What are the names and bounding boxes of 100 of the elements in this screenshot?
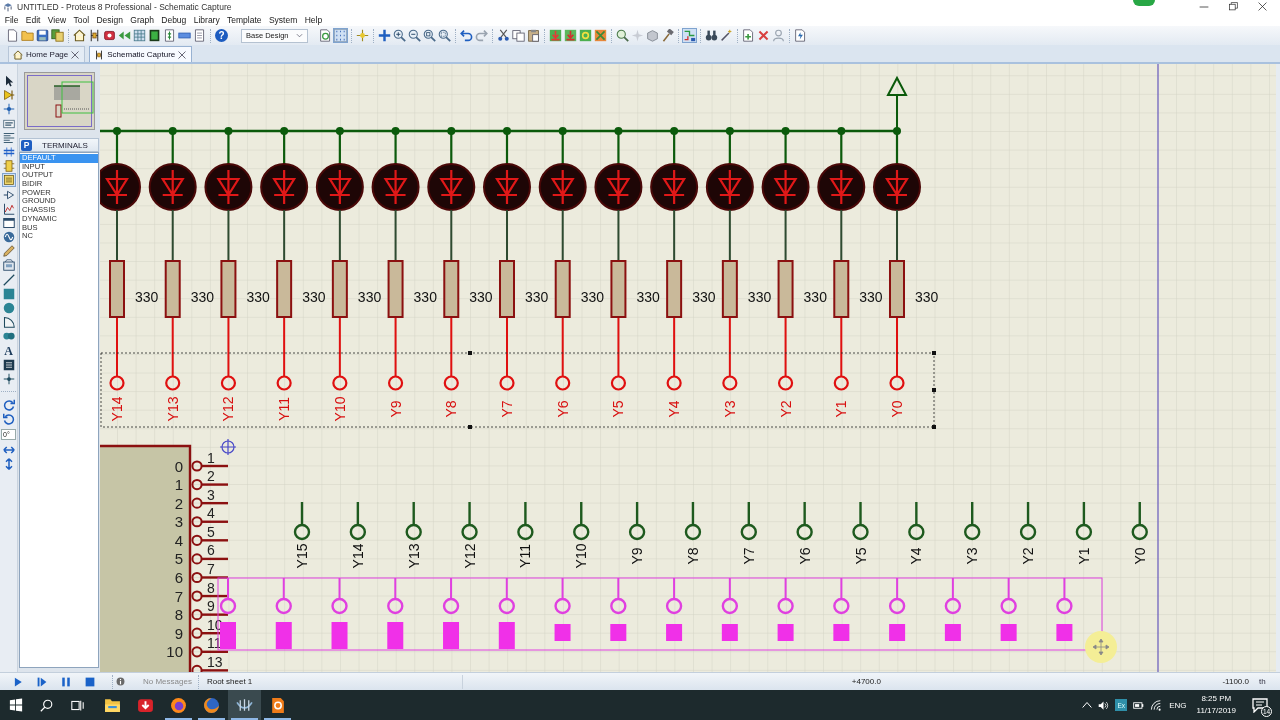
tile-arrow-icon[interactable] bbox=[564, 29, 577, 42]
arrows-icon[interactable] bbox=[118, 29, 131, 42]
close-icon[interactable] bbox=[178, 50, 187, 59]
terminal-icon[interactable] bbox=[2, 174, 15, 187]
close-icon[interactable] bbox=[1258, 2, 1267, 11]
house-icon[interactable] bbox=[73, 29, 86, 42]
message-icon[interactable] bbox=[1252, 697, 1268, 713]
hammer-icon[interactable] bbox=[661, 29, 674, 42]
clock-time[interactable]: 8:25 PM bbox=[1201, 693, 1232, 705]
page-refresh-icon[interactable] bbox=[319, 29, 332, 42]
window-grid-icon[interactable] bbox=[8, 698, 23, 712]
menu-item[interactable]: Graph bbox=[126, 14, 158, 25]
schematic-canvas[interactable] bbox=[100, 64, 1276, 672]
marker-icon[interactable] bbox=[2, 372, 15, 385]
scissors-icon[interactable] bbox=[497, 29, 510, 42]
bill-icon[interactable] bbox=[163, 29, 176, 42]
sheets-icon[interactable] bbox=[51, 29, 64, 42]
line-icon[interactable] bbox=[2, 273, 15, 286]
selection-handle[interactable] bbox=[932, 351, 936, 355]
selection-handle[interactable] bbox=[932, 425, 936, 429]
zoom-out-icon[interactable] bbox=[408, 29, 421, 42]
plus-icon[interactable] bbox=[378, 29, 391, 42]
board-icon[interactable] bbox=[148, 29, 161, 42]
diode-icon[interactable] bbox=[2, 89, 15, 102]
junction-icon[interactable] bbox=[2, 103, 15, 116]
pause-icon[interactable] bbox=[61, 676, 71, 687]
pick-button[interactable]: P bbox=[21, 139, 32, 151]
magnifier-icon[interactable] bbox=[616, 29, 629, 42]
route-icon[interactable] bbox=[683, 29, 696, 42]
schematic-icon[interactable] bbox=[88, 29, 101, 42]
speaker-icon[interactable] bbox=[1098, 699, 1110, 711]
tile-cross-icon[interactable] bbox=[594, 29, 607, 42]
script-icon[interactable] bbox=[2, 131, 15, 144]
stacked-panels-icon[interactable] bbox=[71, 698, 84, 712]
folder-icon[interactable] bbox=[21, 29, 34, 42]
zoom-in-icon[interactable] bbox=[393, 29, 406, 42]
stack-icon[interactable] bbox=[2, 358, 15, 371]
arc-icon[interactable] bbox=[2, 316, 15, 329]
pin-icon[interactable] bbox=[2, 188, 15, 201]
caret-up-icon[interactable] bbox=[1082, 700, 1093, 710]
wand-icon[interactable] bbox=[720, 29, 733, 42]
stop-icon[interactable] bbox=[85, 676, 95, 687]
tab[interactable]: Schematic Capture bbox=[89, 46, 193, 62]
chip-icon[interactable] bbox=[103, 29, 116, 42]
wifi-icon[interactable] bbox=[1150, 699, 1162, 711]
menu-item[interactable]: Tool bbox=[69, 14, 93, 25]
step-icon[interactable] bbox=[37, 676, 47, 687]
origin-icon[interactable] bbox=[356, 29, 369, 42]
square-icon[interactable] bbox=[2, 287, 15, 300]
label-block bbox=[443, 622, 460, 649]
meter-icon[interactable] bbox=[2, 259, 15, 272]
selection-handle[interactable] bbox=[468, 425, 472, 429]
rotate-left-icon[interactable] bbox=[2, 413, 15, 426]
rotate-right-icon[interactable] bbox=[2, 399, 15, 412]
clipboard-icon[interactable] bbox=[527, 29, 540, 42]
selection-handle[interactable] bbox=[468, 351, 472, 355]
package-icon[interactable] bbox=[646, 29, 659, 42]
clock-date[interactable]: 11/17/2019 bbox=[1196, 705, 1236, 717]
text-tool-button[interactable]: A bbox=[2, 344, 15, 357]
copy-icon[interactable] bbox=[512, 29, 525, 42]
close-icon[interactable] bbox=[71, 50, 80, 59]
menu-item[interactable]: File bbox=[1, 14, 23, 25]
wave-icon[interactable] bbox=[2, 231, 15, 244]
menu-item[interactable]: System bbox=[265, 14, 301, 25]
graph-icon[interactable] bbox=[2, 202, 15, 215]
battery-icon[interactable] bbox=[1133, 699, 1145, 711]
page-icon[interactable] bbox=[6, 29, 19, 42]
tile-circle-icon[interactable] bbox=[579, 29, 592, 42]
selection-handle[interactable] bbox=[932, 388, 936, 392]
window-icon[interactable] bbox=[2, 216, 15, 229]
overview-map[interactable] bbox=[24, 72, 95, 130]
pencil-icon[interactable] bbox=[2, 245, 15, 258]
binoculars-icon[interactable] bbox=[705, 29, 718, 42]
zoom-area-icon[interactable] bbox=[438, 29, 451, 42]
tab[interactable]: Home Page bbox=[8, 46, 86, 62]
language-indicator[interactable]: ENG bbox=[1169, 700, 1187, 710]
menu-item[interactable]: Design bbox=[92, 14, 127, 25]
tile-arrow-icon[interactable] bbox=[549, 29, 562, 42]
menu-item[interactable]: Library bbox=[190, 14, 224, 25]
play-icon[interactable] bbox=[13, 676, 23, 687]
label-tag-icon[interactable] bbox=[2, 117, 15, 130]
menu-item[interactable]: Debug bbox=[157, 14, 190, 25]
undo-icon[interactable] bbox=[460, 29, 473, 42]
page-cross-icon[interactable] bbox=[757, 29, 770, 42]
menu-item[interactable]: Edit bbox=[22, 14, 45, 25]
zoom-fit-icon[interactable] bbox=[423, 29, 436, 42]
circle-icon[interactable] bbox=[2, 302, 15, 314]
help-button[interactable]: ? bbox=[215, 29, 228, 42]
ruler-icon[interactable] bbox=[178, 29, 191, 42]
search-icon[interactable] bbox=[40, 698, 53, 712]
restore-icon[interactable] bbox=[1229, 2, 1238, 11]
page-plus-icon[interactable] bbox=[742, 29, 755, 42]
bus-icon[interactable] bbox=[2, 145, 15, 158]
menu-item[interactable]: Help bbox=[300, 14, 326, 25]
menu-item[interactable]: View bbox=[44, 14, 70, 25]
document-icon[interactable] bbox=[193, 29, 206, 42]
module-icon[interactable] bbox=[2, 160, 15, 173]
taskbar-button[interactable] bbox=[228, 690, 261, 720]
page-bolt-icon[interactable] bbox=[794, 29, 807, 42]
menu-item[interactable]: Template bbox=[223, 14, 266, 25]
